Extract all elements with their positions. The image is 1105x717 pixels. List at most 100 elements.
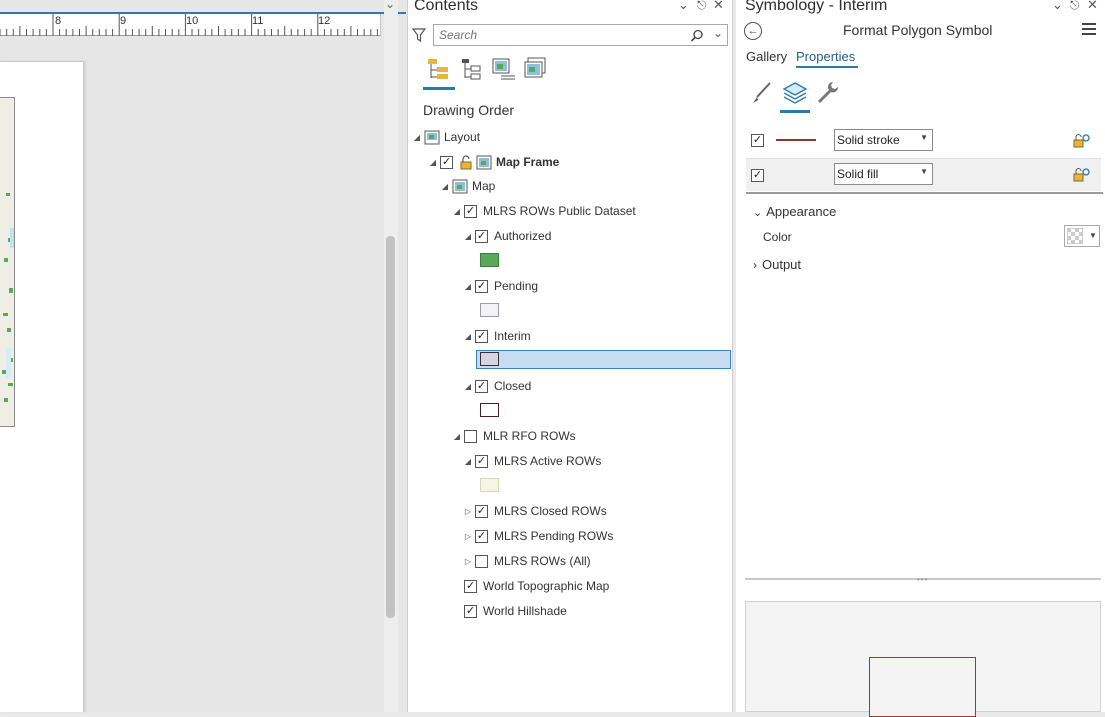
collapse-caret-icon[interactable]: ◢ xyxy=(463,282,473,291)
tree-item-mlrs-rows-all[interactable]: ▷ MLRS ROWs (All) xyxy=(463,550,591,572)
tree-item-label: MLR RFO ROWs xyxy=(483,429,576,443)
tree-item-pending[interactable]: ◢ ✓ Pending xyxy=(463,275,538,297)
visibility-checkbox[interactable]: ✓ xyxy=(475,379,488,393)
tree-item-mlr-rfo-rows[interactable]: ◢ MLR RFO ROWs xyxy=(452,425,576,447)
chevron-down-icon[interactable]: ⌄ xyxy=(678,0,689,13)
collapse-caret-icon[interactable]: ◢ xyxy=(463,332,473,341)
tree-item-closed[interactable]: ◢ ✓ Closed xyxy=(463,375,531,397)
visibility-checkbox[interactable]: ✓ xyxy=(475,454,488,468)
drawing-order-heading: Drawing Order xyxy=(423,102,515,118)
lock-link-icon[interactable] xyxy=(1073,167,1091,183)
paintbrush-icon[interactable] xyxy=(748,79,776,107)
visibility-checkbox[interactable]: ✓ xyxy=(475,504,488,518)
pending-symbol-swatch[interactable] xyxy=(480,303,499,317)
lock-link-icon[interactable] xyxy=(1073,133,1091,149)
close-icon[interactable]: ✕ xyxy=(713,0,724,13)
map-frame-element[interactable] xyxy=(0,97,15,427)
collapse-caret-icon[interactable]: ◢ xyxy=(463,382,473,391)
search-box[interactable]: ⌄ xyxy=(433,24,728,46)
collapse-caret-icon[interactable]: ◢ xyxy=(440,182,450,191)
search-input[interactable] xyxy=(434,25,674,45)
tree-item-authorized[interactable]: ◢ ✓ Authorized xyxy=(463,225,551,247)
tree-item-label: MLRS Active ROWs xyxy=(494,454,602,468)
tree-item-label: Layout xyxy=(444,130,481,144)
layer-type-dropdown[interactable]: Solid fill ▼ xyxy=(834,163,933,185)
filter-icon[interactable] xyxy=(412,27,426,43)
symbol-layer-fill[interactable]: ✓ Solid fill ▼ xyxy=(746,158,1101,191)
list-by-selection-icon[interactable] xyxy=(491,56,517,82)
tree-item-mlrs-pending-rows[interactable]: ▷ ✓ MLRS Pending ROWs xyxy=(463,525,613,547)
output-section-header[interactable]: › Output xyxy=(753,257,801,272)
dropdown-value: Solid fill xyxy=(837,167,879,181)
tree-item-map-frame[interactable]: ◢ ✓ Map Frame xyxy=(428,151,559,173)
pin-icon[interactable]: ⎋ xyxy=(1070,0,1080,13)
visibility-checkbox[interactable]: ✓ xyxy=(475,329,488,343)
wrench-icon[interactable] xyxy=(813,79,841,107)
layer-enabled-checkbox[interactable]: ✓ xyxy=(751,134,764,147)
closed-symbol-swatch[interactable] xyxy=(480,403,499,417)
pin-icon[interactable]: ⎋ xyxy=(697,0,707,13)
tree-item-mlrs-rows-public[interactable]: ◢ ✓ MLRS ROWs Public Dataset xyxy=(452,200,636,222)
preview-polygon xyxy=(869,657,976,717)
collapse-caret-icon[interactable]: ◢ xyxy=(452,207,462,216)
color-picker-button[interactable]: ▼ xyxy=(1064,225,1100,247)
tree-item-label: Closed xyxy=(494,379,532,393)
tree-item-world-topographic[interactable]: ✓ World Topographic Map xyxy=(464,575,609,597)
tab-properties[interactable]: Properties xyxy=(796,49,855,64)
back-button[interactable]: ← xyxy=(744,22,762,40)
authorized-symbol-swatch[interactable] xyxy=(480,253,499,267)
collapse-caret-icon[interactable]: ◢ xyxy=(452,432,462,441)
layer-type-dropdown[interactable]: Solid stroke ▼ xyxy=(834,129,933,151)
tree-item-map[interactable]: ◢ Map xyxy=(440,175,495,197)
tree-item-interim[interactable]: ◢ ✓ Interim xyxy=(463,325,531,347)
tree-item-label: Authorized xyxy=(494,229,552,243)
list-by-source-icon[interactable] xyxy=(459,56,485,82)
visibility-checkbox[interactable]: ✓ xyxy=(440,155,453,169)
chevron-down-icon[interactable]: ⌄ xyxy=(1052,0,1063,13)
collapse-caret-icon[interactable]: ◢ xyxy=(463,232,473,241)
horizontal-ruler: 8 9 10 11 12 xyxy=(0,14,381,36)
tab-selected-indicator xyxy=(796,66,858,68)
dropdown-arrow-icon: ▼ xyxy=(1089,231,1097,240)
selected-symbol-row[interactable] xyxy=(476,350,731,369)
visibility-checkbox[interactable]: ✓ xyxy=(475,279,488,293)
visibility-checkbox[interactable]: ✓ xyxy=(475,529,488,543)
tree-item-mlrs-closed-rows[interactable]: ▷ ✓ MLRS Closed ROWs xyxy=(463,500,607,522)
visibility-checkbox[interactable]: ✓ xyxy=(464,604,477,618)
preview-splitter[interactable]: ••• xyxy=(745,575,1101,584)
close-icon[interactable]: ✕ xyxy=(1087,0,1098,13)
tab-gallery[interactable]: Gallery xyxy=(746,49,787,64)
tree-item-label: MLRS Closed ROWs xyxy=(494,504,607,518)
visibility-checkbox[interactable]: ✓ xyxy=(475,229,488,243)
scrollbar-thumb[interactable] xyxy=(386,236,395,618)
search-icon[interactable] xyxy=(690,29,704,43)
collapse-caret-icon[interactable]: ◢ xyxy=(412,133,422,142)
symbol-layer-stroke[interactable]: ✓ Solid stroke ▼ xyxy=(746,124,1101,157)
visibility-checkbox[interactable] xyxy=(464,429,477,443)
menu-icon[interactable] xyxy=(1082,23,1096,38)
expand-caret-icon[interactable]: ▷ xyxy=(463,507,473,516)
expand-caret-icon[interactable]: ▷ xyxy=(463,532,473,541)
appearance-section-header[interactable]: ⌄ Appearance xyxy=(753,204,836,219)
active-symbol-swatch[interactable] xyxy=(480,478,499,492)
expand-caret-icon[interactable]: ▷ xyxy=(463,557,473,566)
tree-item-mlrs-active-rows[interactable]: ◢ ✓ MLRS Active ROWs xyxy=(463,450,601,472)
chevron-down-icon[interactable]: ⌄ xyxy=(713,26,723,40)
list-by-drawing-order-icon[interactable] xyxy=(425,56,451,82)
chevron-down-icon[interactable]: ⌄ xyxy=(385,0,395,11)
collapse-caret-icon[interactable]: ◢ xyxy=(463,457,473,466)
lock-open-icon[interactable] xyxy=(459,154,473,170)
layers-icon[interactable] xyxy=(781,79,809,107)
tool-selected-indicator xyxy=(780,110,810,113)
interim-symbol-swatch[interactable] xyxy=(480,352,499,366)
visibility-checkbox[interactable] xyxy=(475,554,488,568)
layer-enabled-checkbox[interactable]: ✓ xyxy=(751,168,764,182)
visibility-checkbox[interactable]: ✓ xyxy=(464,579,477,593)
layout-view[interactable]: 8 9 10 11 12 ⌄ xyxy=(0,0,406,712)
tree-item-world-hillshade[interactable]: ✓ World Hillshade xyxy=(464,600,567,622)
list-by-editing-icon[interactable] xyxy=(522,56,548,82)
collapse-caret-icon[interactable]: ◢ xyxy=(428,158,438,167)
tree-item-layout[interactable]: ◢ Layout xyxy=(412,126,480,148)
visibility-checkbox[interactable]: ✓ xyxy=(464,204,477,218)
tree-item-label: World Hillshade xyxy=(483,604,567,618)
